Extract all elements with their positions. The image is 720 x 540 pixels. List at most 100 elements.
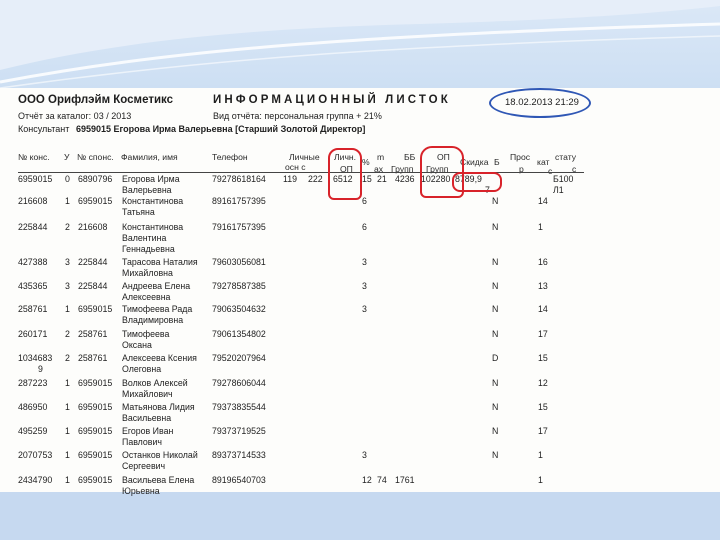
slide-bottom-band (0, 492, 720, 540)
col-phone: Телефон (212, 152, 248, 162)
cell-no: 260171 (18, 329, 48, 339)
blue-highlight-oval (489, 88, 591, 118)
cell-flag: N (492, 426, 499, 436)
cell-no-cont: 9 (38, 364, 43, 374)
cell-level: 1 (65, 196, 70, 206)
col-no: № конс. (18, 152, 50, 162)
consultant-label: Консультант (18, 124, 70, 134)
red-mark-discount (452, 172, 502, 192)
cell-name-cont: Павлович (122, 437, 162, 447)
cell-flag: N (492, 304, 499, 314)
cell-level: 1 (65, 450, 70, 460)
cell-kat-cont: Л1 (553, 185, 564, 195)
cell-no: 6959015 (18, 174, 53, 184)
cell-sponsor: 6959015 (78, 475, 113, 485)
cell-flag: N (492, 378, 499, 388)
cell-level: 1 (65, 475, 70, 485)
cell-flag: N (492, 257, 499, 267)
cell-phone: 79373719525 (212, 426, 266, 436)
col-level: У (64, 152, 70, 162)
cell-sponsor: 216608 (78, 222, 108, 232)
col-discount: Скидка (460, 157, 489, 167)
cell-name: Алексеева Ксения (122, 353, 197, 363)
cell-name-cont: Васильевна (122, 413, 172, 423)
cell-name-cont: Олеговна (122, 364, 162, 374)
cell-level: 1 (65, 402, 70, 412)
cell-phone: 89373714533 (212, 450, 266, 460)
cell-name: Тимофеева Рада (122, 304, 193, 314)
cell-name-cont: Татьяна (122, 207, 155, 217)
cell-name: Егоров Иван (122, 426, 174, 436)
col-name: Фамилия, имя (121, 152, 178, 162)
cell-name: Тимофеева (122, 329, 170, 339)
cell-sponsor: 258761 (78, 353, 108, 363)
cell-phone: 79603056081 (212, 257, 266, 267)
cell-kat: 14 (538, 196, 548, 206)
cell-no: 287223 (18, 378, 48, 388)
cell-kat: 15 (538, 353, 548, 363)
cell-flag: N (492, 281, 499, 291)
cell-no: 427388 (18, 257, 48, 267)
cell-pct: 3 (362, 450, 367, 460)
cell-sponsor: 6890796 (78, 174, 113, 184)
cell-pct: 3 (362, 257, 367, 267)
cell-kat: 1 (538, 450, 543, 460)
cell-phone: 79061354802 (212, 329, 266, 339)
col-pct: % (362, 157, 370, 167)
cell-no: 216608 (18, 196, 48, 206)
cell-no: 2070753 (18, 450, 53, 460)
catalog-line: Отчёт за каталог: 03 / 2013 (18, 111, 132, 121)
company-name: ООО Орифлэйм Косметикс (18, 94, 174, 106)
col-kat-sub: с (548, 166, 553, 176)
cell-flag: N (492, 402, 499, 412)
cell-kat: 17 (538, 329, 548, 339)
cell-phone: 89196540703 (212, 475, 266, 485)
cell-name-cont: Владимировна (122, 315, 184, 325)
red-mark-personal-op (328, 148, 362, 200)
cell-sponsor: 6959015 (78, 304, 113, 314)
cell-name-cont: Валентина (122, 233, 167, 243)
cell-name-cont: Оксана (122, 340, 152, 350)
cell-bb: 1761 (395, 475, 415, 485)
cell-max: 21 (377, 174, 387, 184)
cell-personal-2: 222 (308, 174, 323, 184)
cell-level: 1 (65, 426, 70, 436)
col-personal-sub: осн с (285, 162, 306, 172)
cell-name: Егорова Ирма (122, 174, 180, 184)
cell-phone: 79278587385 (212, 281, 266, 291)
cell-phone: 79063504632 (212, 304, 266, 314)
consultant-name: 6959015 Егорова Ирма Валерьевна [Старший… (76, 124, 366, 134)
col-sponsor: № спонс. (77, 152, 114, 162)
cell-level: 3 (65, 257, 70, 267)
cell-pct: 3 (362, 281, 367, 291)
cell-name: Константинова (122, 196, 184, 206)
cell-no: 486950 (18, 402, 48, 412)
cell-no: 495259 (18, 426, 48, 436)
cell-no: 1034683 (18, 353, 53, 363)
cell-sponsor: 6959015 (78, 196, 113, 206)
cell-flag: N (492, 196, 499, 206)
cell-pct: 15 (362, 174, 372, 184)
cell-phone: 79373835544 (212, 402, 266, 412)
cell-kat: 17 (538, 426, 548, 436)
cell-sponsor: 6959015 (78, 426, 113, 436)
cell-kat: Б100 (553, 174, 574, 184)
cell-name-cont: Юрьевна (122, 486, 160, 496)
cell-phone: 79278618164 (212, 174, 266, 184)
cell-level: 0 (65, 174, 70, 184)
cell-name-cont: Михайлович (122, 389, 173, 399)
col-status: стату (555, 152, 577, 162)
cell-sponsor: 225844 (78, 257, 108, 267)
cell-pct: 6 (362, 196, 367, 206)
cell-name: Матьянова Лидия (122, 402, 195, 412)
cell-level: 2 (65, 329, 70, 339)
cell-level: 1 (65, 378, 70, 388)
cell-name-cont: Валерьевна (122, 185, 172, 195)
cell-no: 225844 (18, 222, 48, 232)
cell-phone: 79520207964 (212, 353, 266, 363)
cell-flag: N (492, 450, 499, 460)
cell-no: 258761 (18, 304, 48, 314)
cell-flag: N (492, 222, 499, 232)
cell-kat: 14 (538, 304, 548, 314)
cell-level: 2 (65, 353, 70, 363)
